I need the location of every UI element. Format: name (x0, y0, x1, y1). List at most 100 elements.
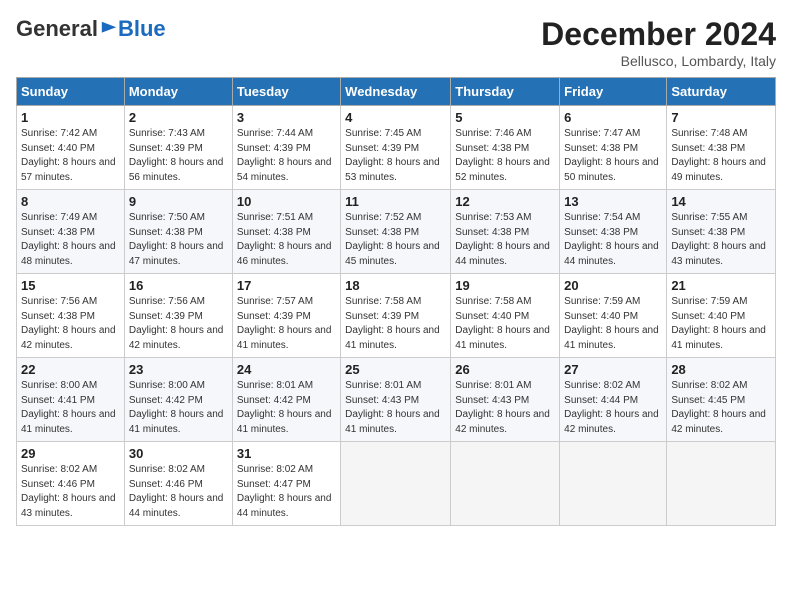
day-number: 22 (21, 362, 120, 377)
day-number: 30 (129, 446, 228, 461)
day-info: Sunrise: 8:01 AM Sunset: 4:43 PM Dayligh… (455, 379, 555, 437)
calendar-cell: 25 Sunrise: 8:01 AM Sunset: 4:43 PM Dayl… (341, 358, 451, 442)
day-number: 31 (237, 446, 336, 461)
day-number: 3 (237, 110, 336, 125)
day-number: 25 (345, 362, 446, 377)
page-header: General Blue December 2024 Bellusco, Lom… (16, 16, 776, 69)
weekday-header-sunday: Sunday (17, 78, 125, 106)
calendar-cell: 3 Sunrise: 7:44 AM Sunset: 4:39 PM Dayli… (232, 106, 340, 190)
day-info: Sunrise: 8:01 AM Sunset: 4:42 PM Dayligh… (237, 379, 336, 437)
day-number: 16 (129, 278, 228, 293)
calendar-week-row: 1 Sunrise: 7:42 AM Sunset: 4:40 PM Dayli… (17, 106, 776, 190)
logo-flag-icon (100, 20, 118, 38)
day-number: 12 (455, 194, 555, 209)
calendar-cell: 21 Sunrise: 7:59 AM Sunset: 4:40 PM Dayl… (667, 274, 776, 358)
logo: General Blue (16, 16, 166, 42)
day-info: Sunrise: 7:55 AM Sunset: 4:38 PM Dayligh… (671, 211, 771, 269)
day-number: 1 (21, 110, 120, 125)
weekday-header-row: SundayMondayTuesdayWednesdayThursdayFrid… (17, 78, 776, 106)
weekday-header-monday: Monday (124, 78, 232, 106)
calendar-cell: 26 Sunrise: 8:01 AM Sunset: 4:43 PM Dayl… (451, 358, 560, 442)
location-subtitle: Bellusco, Lombardy, Italy (541, 53, 776, 69)
weekday-header-friday: Friday (560, 78, 667, 106)
calendar-cell: 11 Sunrise: 7:52 AM Sunset: 4:38 PM Dayl… (341, 190, 451, 274)
calendar-cell: 14 Sunrise: 7:55 AM Sunset: 4:38 PM Dayl… (667, 190, 776, 274)
calendar-cell: 31 Sunrise: 8:02 AM Sunset: 4:47 PM Dayl… (232, 442, 340, 526)
calendar-cell (560, 442, 667, 526)
day-info: Sunrise: 8:02 AM Sunset: 4:46 PM Dayligh… (129, 463, 228, 521)
day-info: Sunrise: 8:02 AM Sunset: 4:46 PM Dayligh… (21, 463, 120, 521)
day-info: Sunrise: 7:57 AM Sunset: 4:39 PM Dayligh… (237, 295, 336, 353)
calendar-cell: 28 Sunrise: 8:02 AM Sunset: 4:45 PM Dayl… (667, 358, 776, 442)
day-info: Sunrise: 8:02 AM Sunset: 4:44 PM Dayligh… (564, 379, 662, 437)
calendar-cell: 29 Sunrise: 8:02 AM Sunset: 4:46 PM Dayl… (17, 442, 125, 526)
calendar-cell: 30 Sunrise: 8:02 AM Sunset: 4:46 PM Dayl… (124, 442, 232, 526)
day-info: Sunrise: 8:01 AM Sunset: 4:43 PM Dayligh… (345, 379, 446, 437)
calendar-cell: 1 Sunrise: 7:42 AM Sunset: 4:40 PM Dayli… (17, 106, 125, 190)
day-info: Sunrise: 7:42 AM Sunset: 4:40 PM Dayligh… (21, 127, 120, 185)
day-info: Sunrise: 7:47 AM Sunset: 4:38 PM Dayligh… (564, 127, 662, 185)
day-info: Sunrise: 7:51 AM Sunset: 4:38 PM Dayligh… (237, 211, 336, 269)
calendar-cell: 22 Sunrise: 8:00 AM Sunset: 4:41 PM Dayl… (17, 358, 125, 442)
calendar-week-row: 8 Sunrise: 7:49 AM Sunset: 4:38 PM Dayli… (17, 190, 776, 274)
day-info: Sunrise: 7:59 AM Sunset: 4:40 PM Dayligh… (564, 295, 662, 353)
day-info: Sunrise: 7:50 AM Sunset: 4:38 PM Dayligh… (129, 211, 228, 269)
day-info: Sunrise: 7:52 AM Sunset: 4:38 PM Dayligh… (345, 211, 446, 269)
calendar-cell: 9 Sunrise: 7:50 AM Sunset: 4:38 PM Dayli… (124, 190, 232, 274)
day-number: 29 (21, 446, 120, 461)
calendar-cell: 24 Sunrise: 8:01 AM Sunset: 4:42 PM Dayl… (232, 358, 340, 442)
calendar-table: SundayMondayTuesdayWednesdayThursdayFrid… (16, 77, 776, 526)
calendar-cell: 4 Sunrise: 7:45 AM Sunset: 4:39 PM Dayli… (341, 106, 451, 190)
day-number: 14 (671, 194, 771, 209)
logo-general: General (16, 16, 98, 42)
calendar-cell: 13 Sunrise: 7:54 AM Sunset: 4:38 PM Dayl… (560, 190, 667, 274)
day-number: 6 (564, 110, 662, 125)
weekday-header-wednesday: Wednesday (341, 78, 451, 106)
day-number: 9 (129, 194, 228, 209)
day-number: 11 (345, 194, 446, 209)
calendar-cell: 27 Sunrise: 8:02 AM Sunset: 4:44 PM Dayl… (560, 358, 667, 442)
day-number: 26 (455, 362, 555, 377)
day-number: 13 (564, 194, 662, 209)
day-info: Sunrise: 7:56 AM Sunset: 4:38 PM Dayligh… (21, 295, 120, 353)
weekday-header-saturday: Saturday (667, 78, 776, 106)
day-info: Sunrise: 7:54 AM Sunset: 4:38 PM Dayligh… (564, 211, 662, 269)
day-number: 8 (21, 194, 120, 209)
calendar-week-row: 29 Sunrise: 8:02 AM Sunset: 4:46 PM Dayl… (17, 442, 776, 526)
day-number: 5 (455, 110, 555, 125)
day-number: 18 (345, 278, 446, 293)
title-area: December 2024 Bellusco, Lombardy, Italy (541, 16, 776, 69)
day-info: Sunrise: 7:49 AM Sunset: 4:38 PM Dayligh… (21, 211, 120, 269)
calendar-cell: 15 Sunrise: 7:56 AM Sunset: 4:38 PM Dayl… (17, 274, 125, 358)
day-info: Sunrise: 8:02 AM Sunset: 4:47 PM Dayligh… (237, 463, 336, 521)
calendar-cell: 16 Sunrise: 7:56 AM Sunset: 4:39 PM Dayl… (124, 274, 232, 358)
calendar-cell: 17 Sunrise: 7:57 AM Sunset: 4:39 PM Dayl… (232, 274, 340, 358)
day-number: 2 (129, 110, 228, 125)
day-number: 17 (237, 278, 336, 293)
day-number: 10 (237, 194, 336, 209)
calendar-cell: 23 Sunrise: 8:00 AM Sunset: 4:42 PM Dayl… (124, 358, 232, 442)
calendar-cell: 19 Sunrise: 7:58 AM Sunset: 4:40 PM Dayl… (451, 274, 560, 358)
calendar-cell: 6 Sunrise: 7:47 AM Sunset: 4:38 PM Dayli… (560, 106, 667, 190)
day-number: 23 (129, 362, 228, 377)
calendar-cell: 8 Sunrise: 7:49 AM Sunset: 4:38 PM Dayli… (17, 190, 125, 274)
day-info: Sunrise: 7:48 AM Sunset: 4:38 PM Dayligh… (671, 127, 771, 185)
day-number: 27 (564, 362, 662, 377)
day-info: Sunrise: 7:46 AM Sunset: 4:38 PM Dayligh… (455, 127, 555, 185)
day-number: 21 (671, 278, 771, 293)
day-number: 4 (345, 110, 446, 125)
calendar-week-row: 15 Sunrise: 7:56 AM Sunset: 4:38 PM Dayl… (17, 274, 776, 358)
calendar-cell (451, 442, 560, 526)
day-number: 7 (671, 110, 771, 125)
weekday-header-tuesday: Tuesday (232, 78, 340, 106)
day-info: Sunrise: 7:59 AM Sunset: 4:40 PM Dayligh… (671, 295, 771, 353)
day-info: Sunrise: 7:58 AM Sunset: 4:40 PM Dayligh… (455, 295, 555, 353)
calendar-cell: 2 Sunrise: 7:43 AM Sunset: 4:39 PM Dayli… (124, 106, 232, 190)
day-number: 28 (671, 362, 771, 377)
month-title: December 2024 (541, 16, 776, 53)
day-number: 24 (237, 362, 336, 377)
day-info: Sunrise: 7:44 AM Sunset: 4:39 PM Dayligh… (237, 127, 336, 185)
calendar-cell: 18 Sunrise: 7:58 AM Sunset: 4:39 PM Dayl… (341, 274, 451, 358)
day-info: Sunrise: 7:43 AM Sunset: 4:39 PM Dayligh… (129, 127, 228, 185)
day-info: Sunrise: 7:45 AM Sunset: 4:39 PM Dayligh… (345, 127, 446, 185)
